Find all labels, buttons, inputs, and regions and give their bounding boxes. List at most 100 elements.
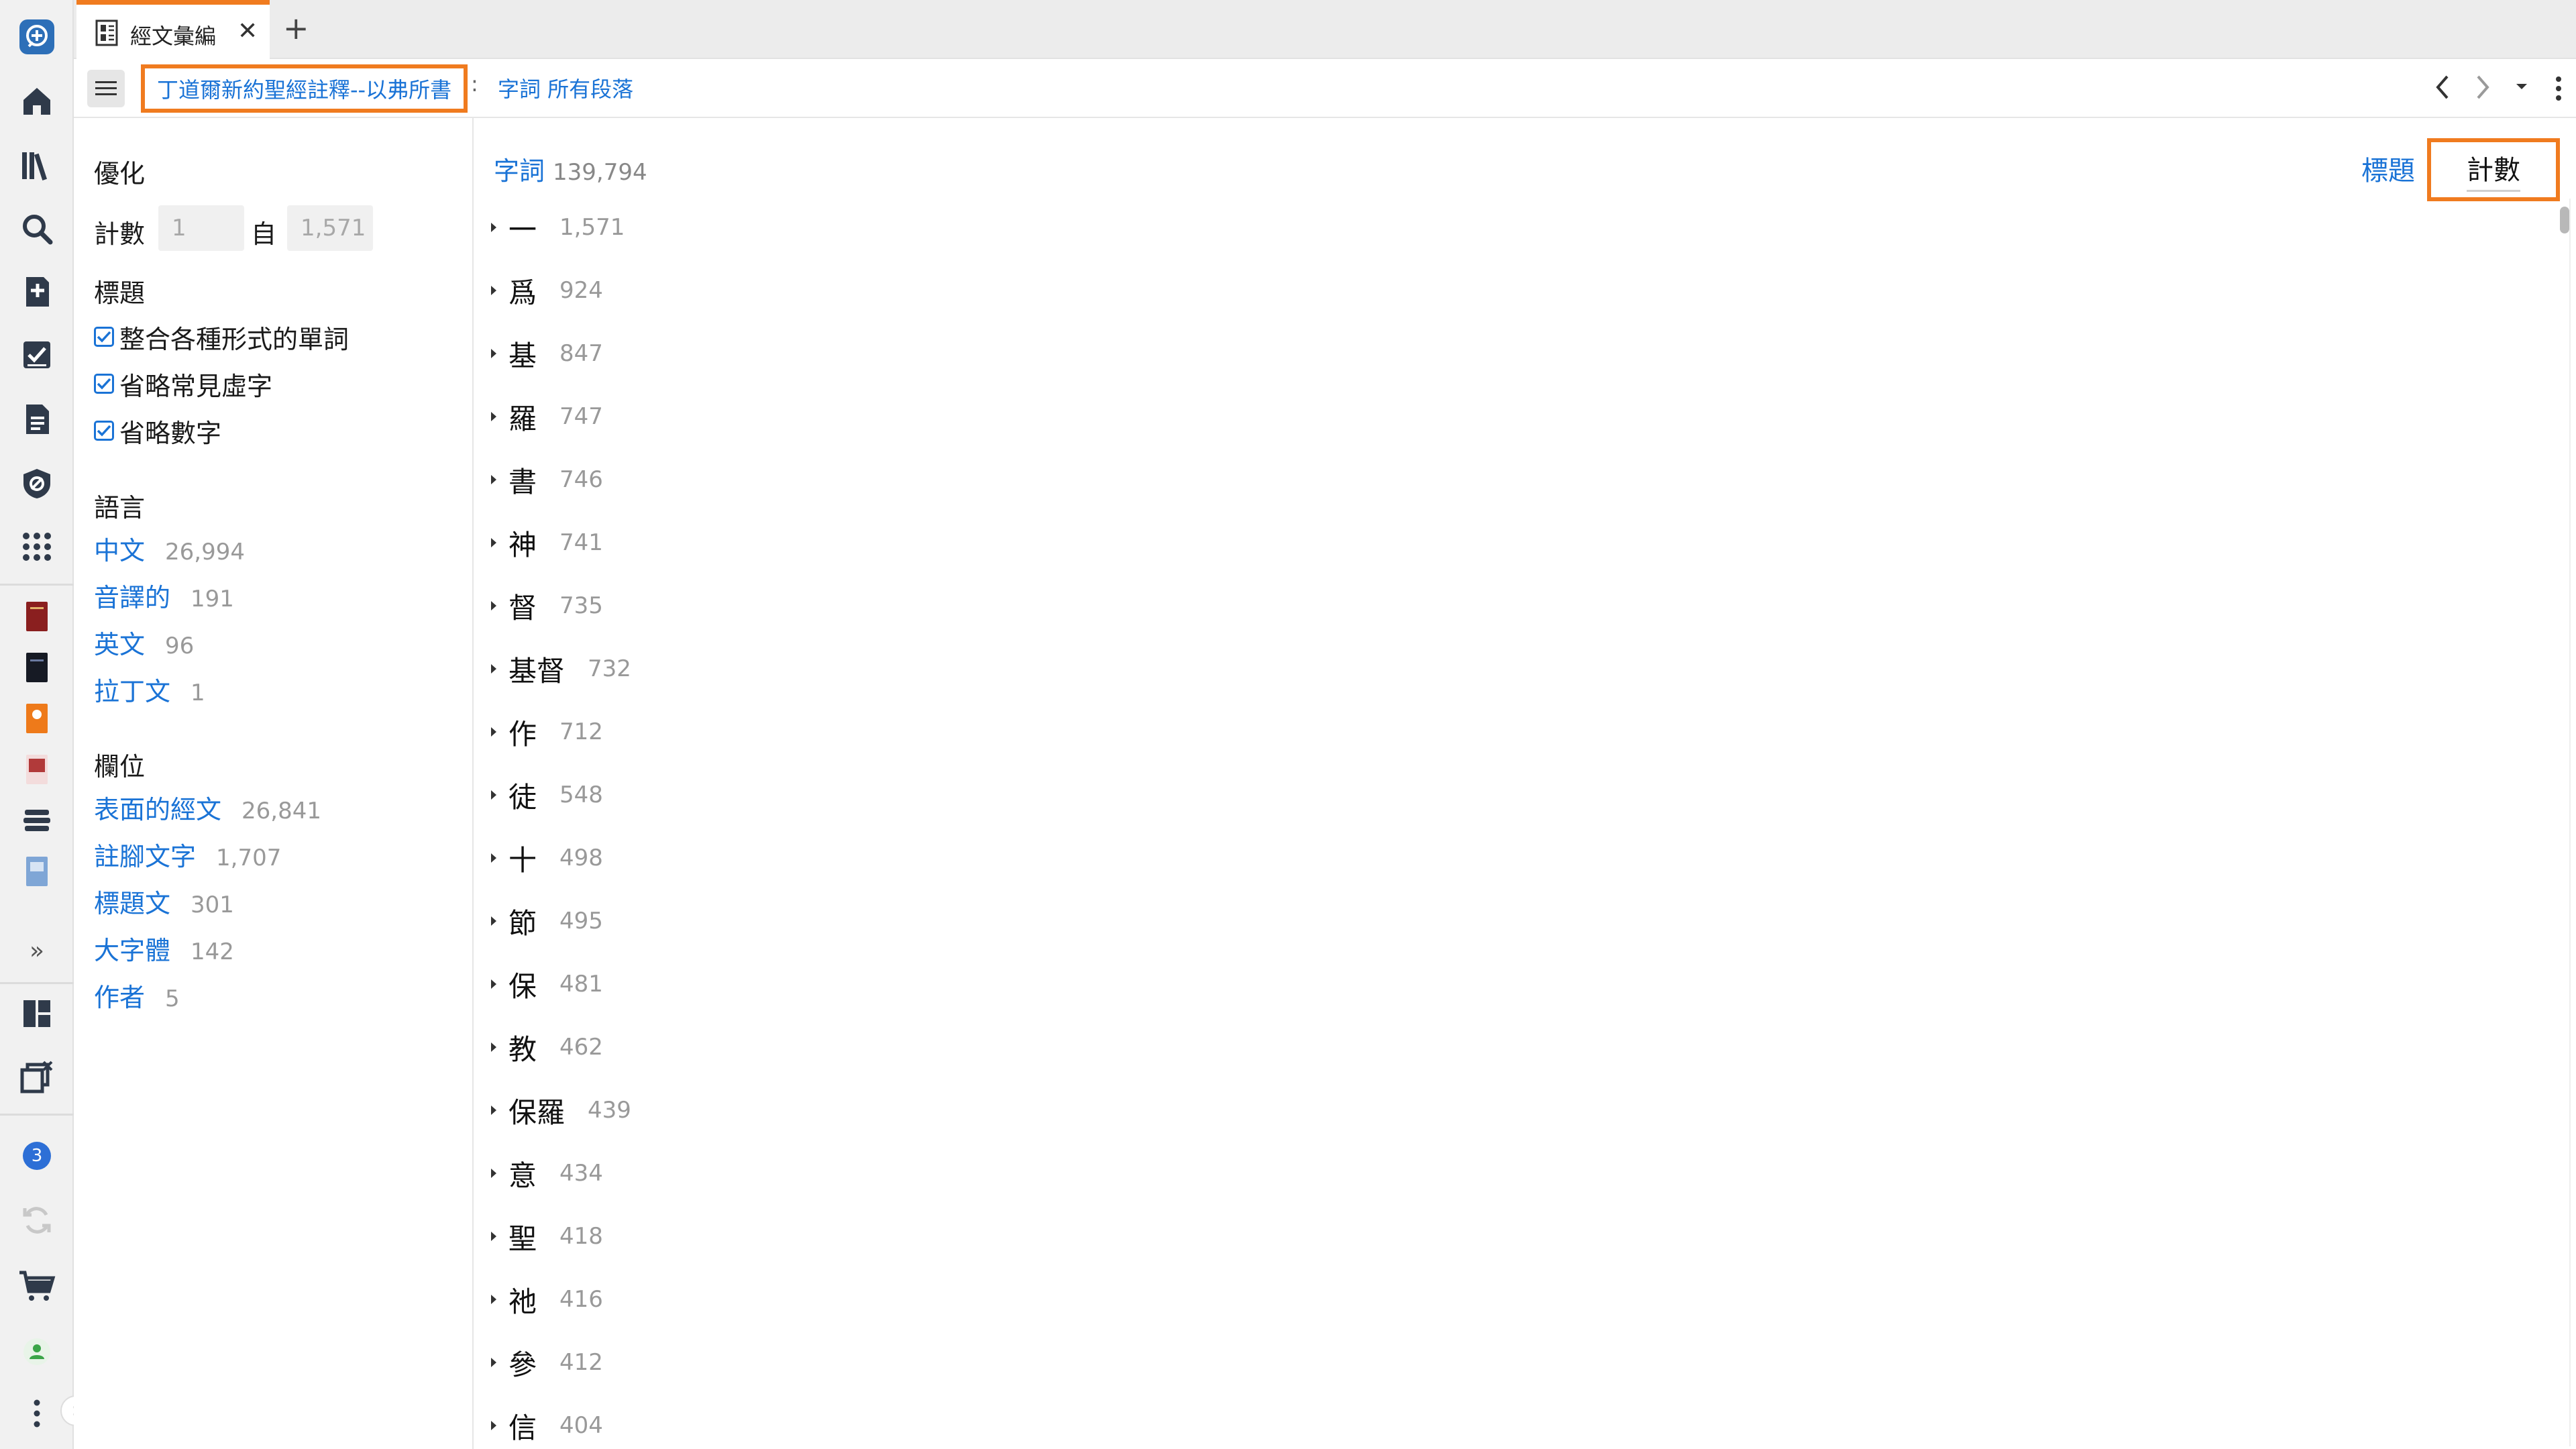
facet-name: 拉丁文 [94,677,171,706]
document-icon[interactable] [15,397,59,441]
caret-right-icon[interactable] [490,600,506,612]
field-facet[interactable]: 大字體 142 [94,930,234,967]
word-row[interactable]: 一 1,571 [490,204,625,251]
caret-right-icon[interactable] [490,1041,506,1053]
word-row[interactable]: 基督 732 [490,645,631,692]
close-panels-icon[interactable] [15,1055,59,1099]
book-pink-icon[interactable] [15,747,59,792]
language-facet[interactable]: 英文 96 [94,624,194,661]
apps-grid-icon[interactable] [15,525,59,569]
caret-right-icon[interactable] [490,915,506,927]
breadcrumb[interactable]: 字詞 所有段落 [498,72,633,103]
word-row[interactable]: 基 847 [490,330,603,377]
language-facet[interactable]: 拉丁文 1 [94,671,205,708]
facet-name: 表面的經文 [94,795,222,824]
word-row[interactable]: 書 746 [490,456,603,503]
book-red-icon[interactable] [15,594,59,639]
word-row[interactable]: 聖 418 [490,1213,603,1260]
caret-right-icon[interactable] [490,1293,506,1305]
caret-right-icon[interactable] [490,852,506,864]
word-row[interactable]: 保羅 439 [490,1087,631,1134]
count-max-input[interactable]: 1,571 [287,205,373,251]
option-omit-function-words[interactable]: 省略常見虛字 [94,365,272,402]
language-title: 語言 [94,493,146,523]
word-row[interactable]: 祂 416 [490,1276,603,1323]
panel-menu-button[interactable] [87,70,125,107]
expand-icon[interactable]: » [15,928,59,973]
field-facet[interactable]: 作者 5 [94,977,180,1014]
field-facet[interactable]: 註腳文字 1,707 [94,836,281,873]
add-note-icon[interactable] [15,270,59,314]
word-row[interactable]: 信 404 [490,1402,603,1449]
notification-badge[interactable]: 3 [15,1134,59,1178]
checkbox[interactable] [94,374,114,394]
word-row[interactable]: 羅 747 [490,393,603,440]
word-text: 保 [508,969,537,1003]
word-row[interactable]: 十 498 [490,835,603,881]
checkbox[interactable] [94,327,114,347]
word-row[interactable]: 爲 924 [490,267,603,314]
field-facet[interactable]: 標題文 301 [94,883,234,920]
caret-right-icon[interactable] [490,1419,506,1432]
words-heading-link[interactable]: 字詞 [494,150,545,187]
book-blue-icon[interactable] [15,849,59,894]
tab-concordance[interactable]: 經文彙編 ✕ [76,0,270,59]
sort-by-count-button[interactable]: 計數 [2427,138,2560,201]
word-row[interactable]: 參 412 [490,1339,603,1386]
word-row[interactable]: 督 735 [490,582,603,629]
option-merge-word-forms[interactable]: 整合各種形式的單詞 [94,318,349,356]
sync-icon[interactable] [15,1198,59,1242]
word-row[interactable]: 神 741 [490,519,603,566]
word-row[interactable]: 教 462 [490,1024,603,1071]
tab-title: 經文彙編 [130,23,217,49]
close-icon[interactable]: ✕ [237,18,258,45]
caret-right-icon[interactable] [490,978,506,990]
book-orange-icon[interactable] [15,696,59,741]
search-icon[interactable] [15,207,59,251]
layout-icon[interactable] [15,991,59,1036]
sort-by-title-button[interactable]: 標題 [2361,149,2415,188]
count-min-input[interactable]: 1 [158,205,244,251]
caret-right-icon[interactable] [490,347,506,360]
book-black-icon[interactable] [15,645,59,690]
cart-icon[interactable] [15,1264,59,1308]
scrollbar-track[interactable] [2569,199,2571,1446]
checklist-icon[interactable] [15,333,59,377]
word-row[interactable]: 作 712 [490,708,603,755]
caret-right-icon[interactable] [490,1356,506,1368]
home-icon[interactable] [15,79,59,123]
word-row[interactable]: 徒 548 [490,771,603,818]
caret-right-icon[interactable] [490,663,506,675]
back-button[interactable] [2432,72,2451,102]
forward-button[interactable] [2474,72,2493,102]
scrollbar-thumb[interactable] [2560,207,2569,233]
caret-right-icon[interactable] [490,1167,506,1179]
caret-right-icon[interactable] [490,726,506,738]
language-facet[interactable]: 音譯的 191 [94,577,234,614]
language-facet[interactable]: 中文 26,994 [94,530,245,568]
word-row[interactable]: 意 434 [490,1150,603,1197]
caret-right-icon[interactable] [490,1230,506,1242]
add-tab-button[interactable]: + [283,9,309,47]
user-icon[interactable] [15,1330,59,1374]
caret-right-icon[interactable] [490,537,506,549]
caret-right-icon[interactable] [490,284,506,297]
panel-more-button[interactable] [2553,74,2564,103]
word-row[interactable]: 保 481 [490,961,603,1008]
library-icon[interactable] [15,144,59,188]
checkbox[interactable] [94,421,114,441]
resource-title-link[interactable]: 丁道爾新約聖經註釋--以弗所書 [141,64,468,113]
caret-right-icon[interactable] [490,411,506,423]
field-facet[interactable]: 表面的經文 26,841 [94,789,321,826]
logos-logo-icon[interactable] [15,15,59,59]
caret-right-icon[interactable] [490,789,506,801]
caret-right-icon[interactable] [490,1104,506,1116]
option-omit-numbers[interactable]: 省略數字 [94,412,221,449]
word-row[interactable]: 節 495 [490,898,603,945]
more-icon[interactable] [15,1391,59,1436]
shield-book-icon[interactable] [15,462,59,506]
caret-right-icon[interactable] [490,474,506,486]
caret-right-icon[interactable] [490,221,506,233]
history-dropdown-button[interactable] [2514,82,2529,91]
layers-icon[interactable] [15,798,59,843]
